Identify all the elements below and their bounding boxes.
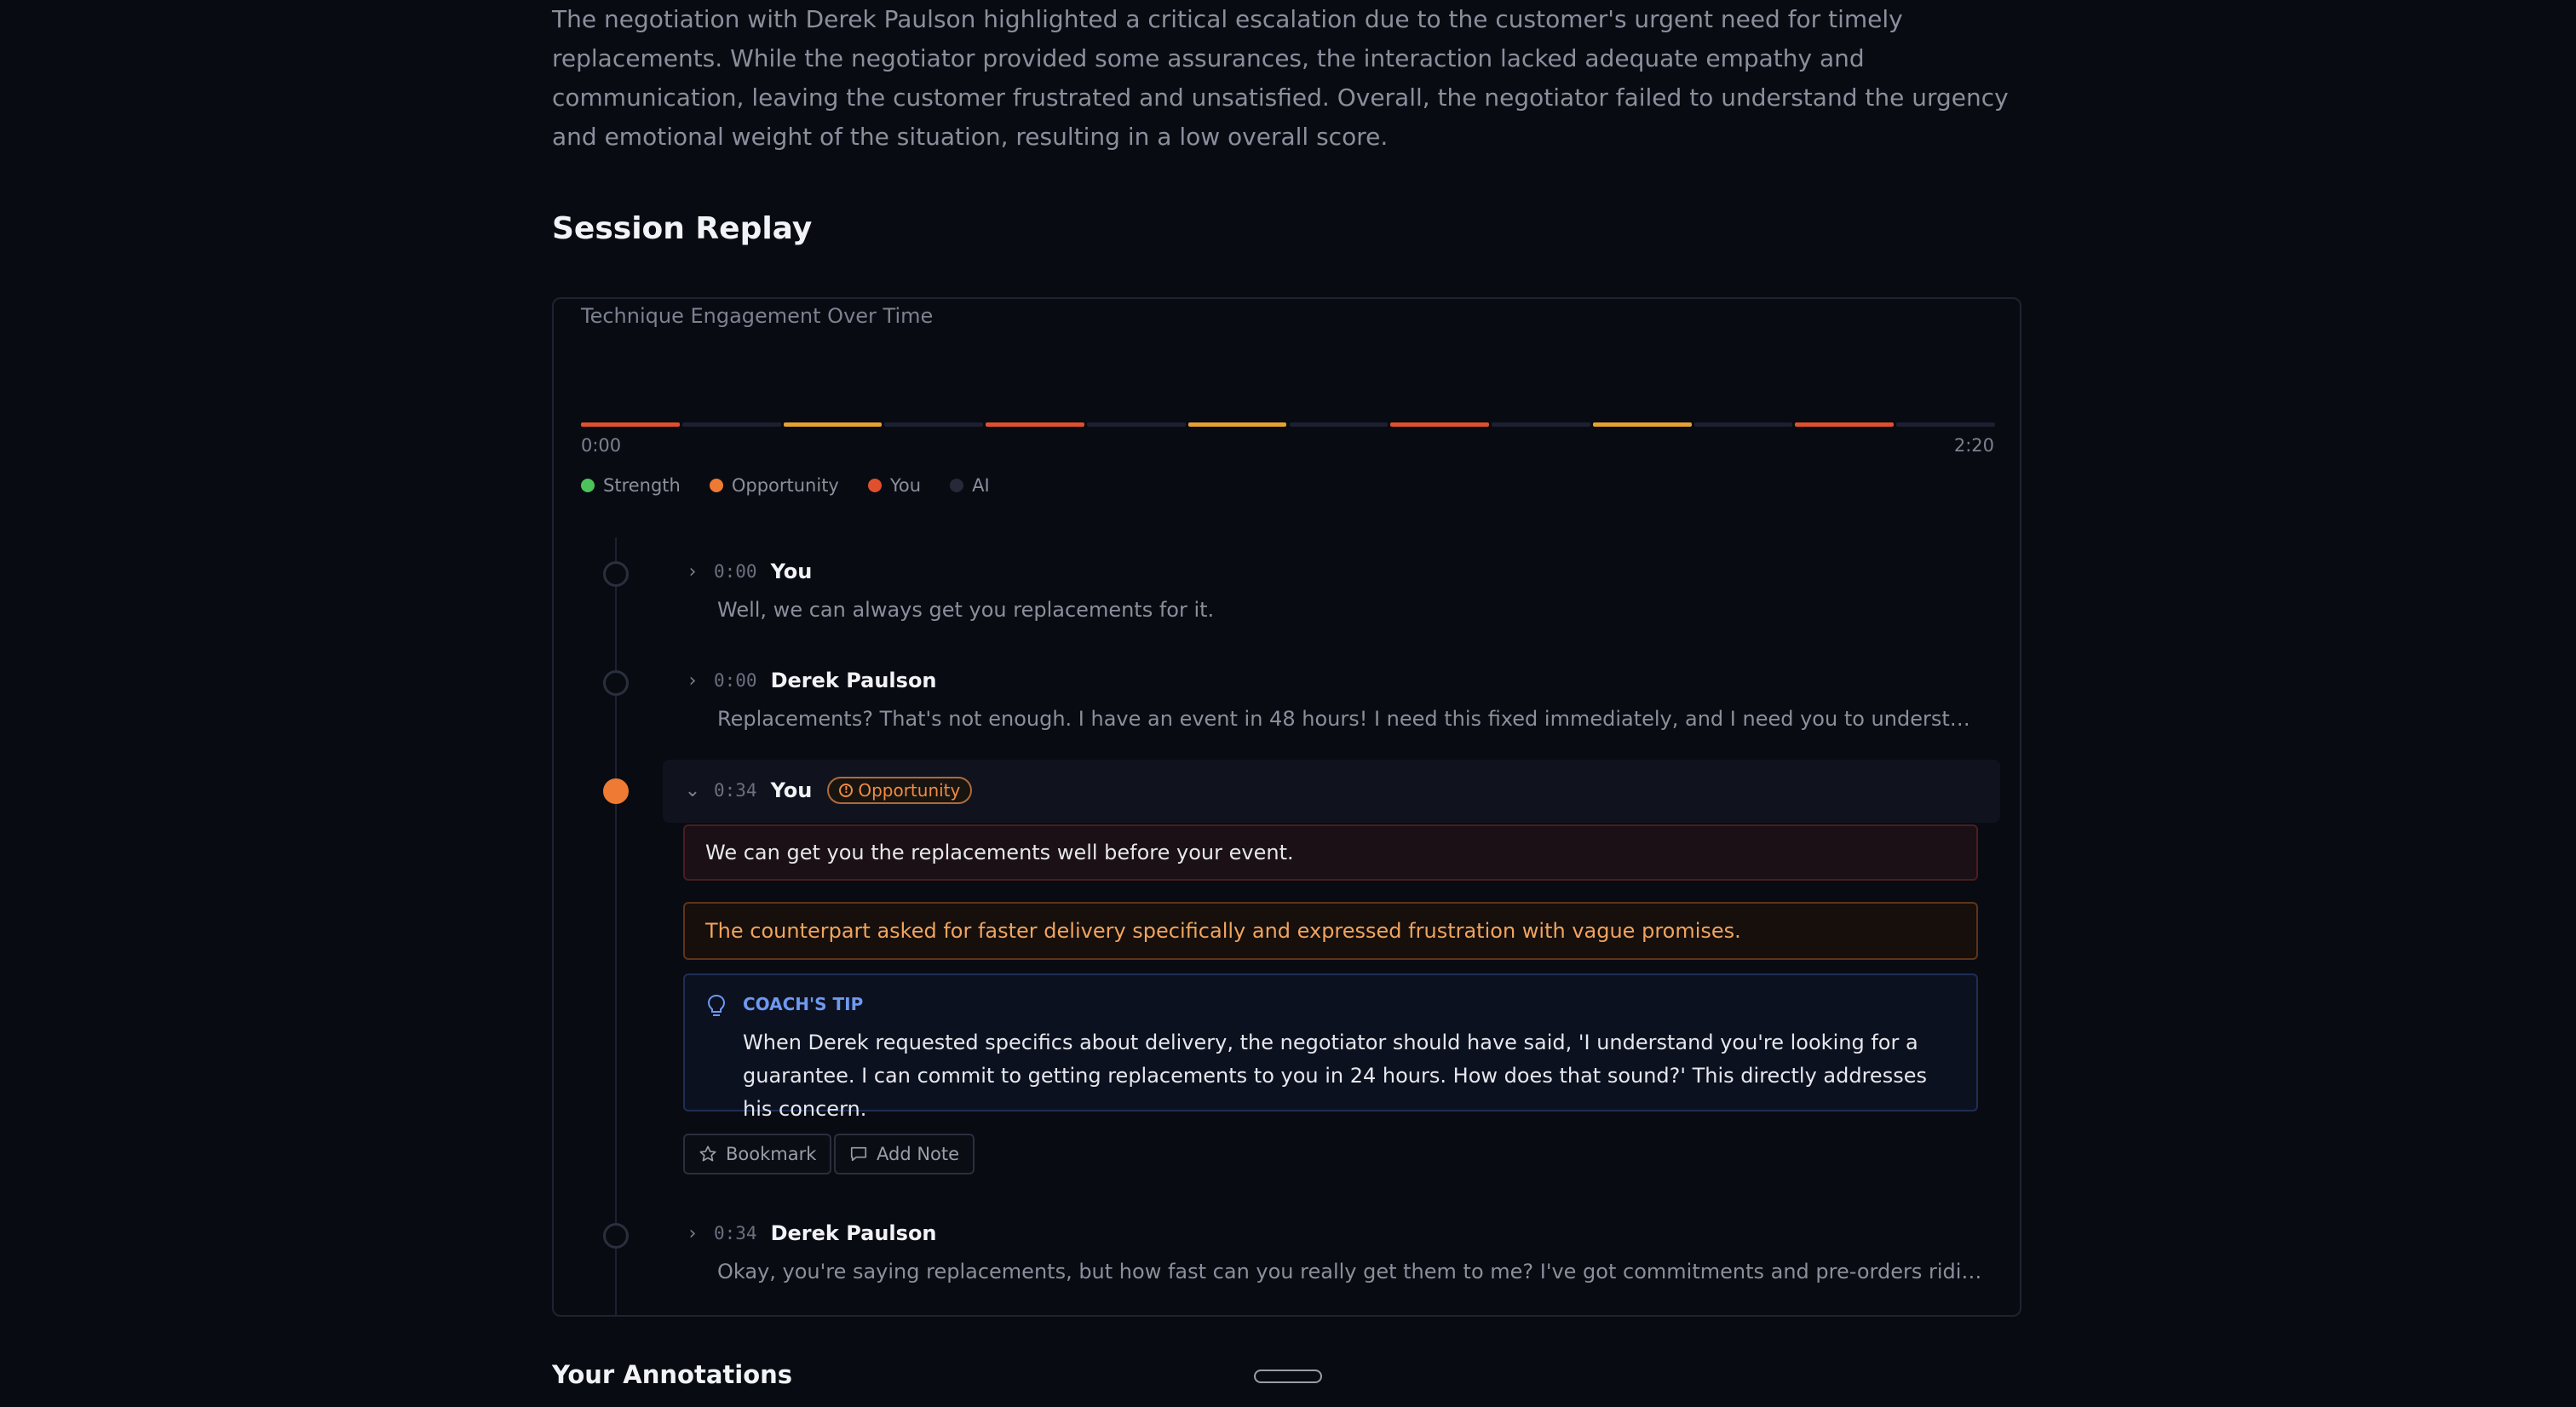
message-speaker: You bbox=[770, 778, 813, 802]
message-time: 0:00 bbox=[714, 670, 757, 691]
legend-strength: Strength bbox=[581, 475, 681, 496]
message-time: 0:34 bbox=[714, 780, 757, 801]
coach-tip-label: COACH'S TIP bbox=[743, 994, 864, 1014]
message-header[interactable]: › 0:34 Derek Paulson bbox=[683, 1221, 937, 1245]
message-speaker: Derek Paulson bbox=[770, 669, 937, 692]
timeline-node[interactable] bbox=[603, 670, 629, 696]
timeline-node[interactable] bbox=[603, 561, 629, 587]
axis-start-label: 0:00 bbox=[581, 435, 622, 456]
engagement-segment[interactable] bbox=[1086, 422, 1186, 427]
legend-dot-icon bbox=[709, 479, 723, 492]
engagement-segment[interactable] bbox=[986, 422, 1084, 427]
chart-legend: Strength Opportunity You AI bbox=[581, 475, 990, 496]
summary-text: The negotiation with Derek Paulson highl… bbox=[552, 5, 2009, 151]
add-note-button[interactable]: Add Note bbox=[834, 1134, 975, 1174]
timeline-node-active[interactable] bbox=[603, 778, 629, 804]
engagement-track bbox=[581, 422, 1995, 427]
lightbulb-icon bbox=[707, 994, 726, 1016]
badge-label: Opportunity bbox=[858, 780, 961, 801]
opportunity-context: The counterpart asked for faster deliver… bbox=[683, 902, 1978, 960]
message-text: Okay, you're saying replacements, but ho… bbox=[717, 1260, 1987, 1284]
info-icon: ! bbox=[839, 784, 854, 797]
coach-tip-text: When Derek requested specifics about del… bbox=[743, 1031, 1927, 1121]
chart-title: Technique Engagement Over Time bbox=[581, 304, 934, 328]
engagement-segment[interactable] bbox=[1289, 422, 1389, 427]
add-note-label: Add Note bbox=[877, 1144, 960, 1164]
message-quote: We can get you the replacements well bef… bbox=[683, 824, 1978, 881]
engagement-segment[interactable] bbox=[1592, 422, 1692, 427]
comment-icon bbox=[850, 1146, 867, 1162]
engagement-segment[interactable] bbox=[1492, 422, 1590, 427]
message-speaker: Derek Paulson bbox=[770, 1221, 937, 1245]
star-icon bbox=[699, 1146, 716, 1162]
engagement-segment[interactable] bbox=[783, 422, 883, 427]
engagement-segment[interactable] bbox=[884, 422, 984, 427]
message-header[interactable]: ⌄ 0:34 You ! Opportunity bbox=[683, 777, 973, 804]
annotations-title: Your Annotations bbox=[552, 1360, 793, 1389]
axis-end-label: 2:20 bbox=[1953, 435, 1994, 456]
legend-dot-icon bbox=[867, 479, 882, 492]
message-speaker: You bbox=[770, 560, 813, 583]
bookmark-button[interactable]: Bookmark bbox=[683, 1134, 832, 1174]
chevron-right-icon[interactable]: › bbox=[683, 561, 702, 583]
engagement-segment[interactable] bbox=[581, 422, 680, 427]
legend-dot-icon bbox=[581, 479, 595, 492]
message-time: 0:00 bbox=[714, 561, 757, 582]
opportunity-badge: ! Opportunity bbox=[827, 777, 973, 804]
coach-tip: COACH'S TIP When Derek requested specifi… bbox=[683, 973, 1978, 1121]
engagement-segment[interactable] bbox=[1795, 422, 1895, 427]
bookmark-label: Bookmark bbox=[726, 1144, 817, 1164]
timeline-node[interactable] bbox=[603, 1223, 629, 1249]
legend-label: AI bbox=[972, 475, 990, 496]
message-text: Replacements? That's not enough. I have … bbox=[717, 707, 1974, 731]
legend-opportunity: Opportunity bbox=[709, 475, 839, 496]
engagement-segment[interactable] bbox=[1896, 422, 1995, 427]
legend-label: Opportunity bbox=[731, 475, 839, 496]
message-time: 0:34 bbox=[714, 1223, 757, 1243]
engagement-segment[interactable] bbox=[1390, 422, 1490, 427]
engagement-segment[interactable] bbox=[1187, 422, 1287, 427]
legend-you: You bbox=[867, 475, 922, 496]
legend-label: Strength bbox=[603, 475, 681, 496]
chevron-right-icon[interactable]: › bbox=[683, 1223, 702, 1244]
session-replay-panel: Technique Engagement Over Time 0:00 2:20… bbox=[552, 297, 2021, 1317]
engagement-segment[interactable] bbox=[1693, 422, 1793, 427]
legend-dot-icon bbox=[950, 479, 964, 492]
message-header[interactable]: › 0:00 Derek Paulson bbox=[683, 669, 937, 692]
legend-ai: AI bbox=[950, 475, 990, 496]
legend-label: You bbox=[889, 475, 922, 496]
session-replay-title: Session Replay bbox=[552, 211, 813, 246]
scroll-indicator[interactable] bbox=[1254, 1370, 1322, 1383]
chevron-right-icon[interactable]: › bbox=[683, 670, 702, 692]
message-text: Well, we can always get you replacements… bbox=[717, 598, 1215, 622]
message-header[interactable]: › 0:00 You bbox=[683, 560, 813, 583]
engagement-segment[interactable] bbox=[681, 422, 781, 427]
chevron-down-icon[interactable]: ⌄ bbox=[683, 780, 702, 801]
timeline-line bbox=[615, 537, 617, 1317]
